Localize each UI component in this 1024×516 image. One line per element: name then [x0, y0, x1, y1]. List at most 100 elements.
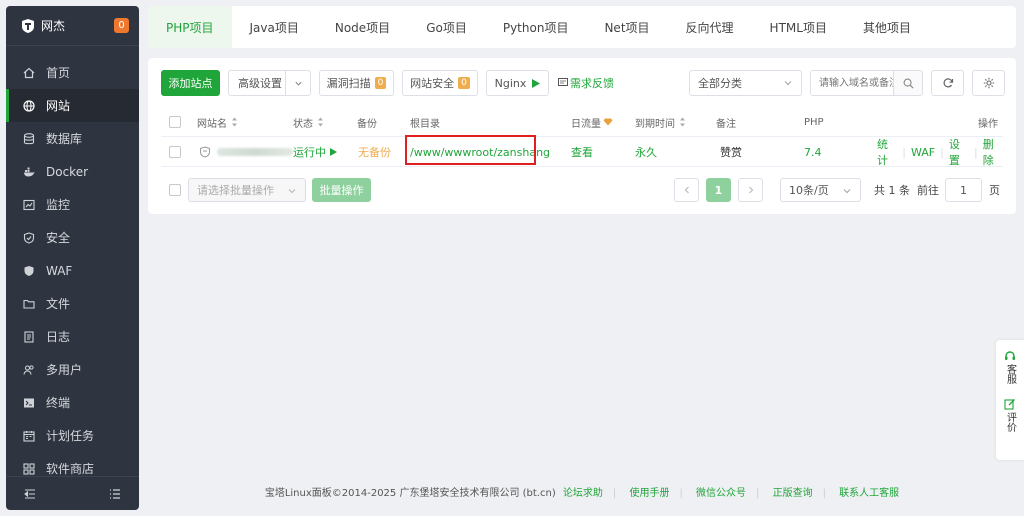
sidebar-item-label: 终端: [46, 396, 71, 410]
play-icon: [330, 148, 337, 156]
advanced-settings-dropdown[interactable]: 高级设置: [228, 70, 311, 96]
table-header: 网站名 状态 备份 根目录 日流量 到期时间 备注 PHP 操作: [161, 107, 1003, 137]
tab-net[interactable]: Net项目: [586, 6, 667, 48]
collapse-icon[interactable]: [24, 488, 36, 500]
sidebar-item-terminal[interactable]: 终端: [6, 386, 139, 419]
sidebar-item-monitor[interactable]: 监控: [6, 188, 139, 221]
search-input[interactable]: [811, 71, 893, 95]
license-check-link[interactable]: 正版查询: [773, 488, 813, 499]
sidebar-item-label: 网站: [46, 99, 71, 113]
page-size-select[interactable]: 10条/页: [780, 178, 861, 202]
col-status[interactable]: 状态: [293, 107, 324, 137]
sidebar-item-logs[interactable]: 日志: [6, 320, 139, 353]
bulk-action-button[interactable]: 批量操作: [312, 178, 371, 202]
prev-page-button[interactable]: [674, 178, 699, 202]
notification-badge[interactable]: 0: [114, 18, 129, 33]
vuln-scan-button[interactable]: 漏洞扫描 0: [319, 70, 394, 96]
shield-icon: [22, 231, 36, 245]
waf-shield-icon: [22, 264, 36, 278]
feedback-link[interactable]: 需求反馈: [558, 70, 614, 96]
bulk-action-placeholder: 请选择批量操作: [197, 184, 274, 197]
sidebar-header: 网杰 0: [6, 6, 139, 46]
bulk-checkbox[interactable]: [169, 184, 181, 196]
total-value: 1: [888, 183, 896, 197]
security-count-badge: 0: [458, 77, 470, 89]
page-suffix: 页: [989, 184, 1000, 197]
expire-link[interactable]: 永久: [635, 137, 657, 167]
page-number[interactable]: 1: [706, 178, 731, 202]
status-toggle[interactable]: 运行中: [293, 137, 337, 167]
nginx-button[interactable]: Nginx: [486, 70, 549, 96]
row-checkbox[interactable]: [169, 137, 181, 167]
calendar-icon: [22, 429, 36, 443]
next-page-button[interactable]: [738, 178, 763, 202]
chevron-down-icon: [295, 81, 302, 86]
bulk-action-select[interactable]: 请选择批量操作: [188, 178, 306, 202]
customer-service-button[interactable]: 客服: [1004, 350, 1017, 384]
select-all-checkbox[interactable]: [169, 107, 181, 137]
total-suffix: 条: [899, 184, 910, 197]
vuln-count-badge: 0: [374, 77, 387, 89]
project-tabs: PHP项目 Java项目 Node项目 Go项目 Python项目 Net项目 …: [148, 6, 1016, 48]
ops-links: 统计 | WAF | 设置 | 删除: [877, 137, 1003, 167]
col-expire-label: 到期时间: [635, 118, 675, 130]
settings-button[interactable]: [972, 70, 1005, 96]
copyright-text: 宝塔Linux面板©2014-2025 广东堡塔安全技术有限公司 (bt.cn): [264, 488, 556, 499]
stats-link[interactable]: 统计: [877, 136, 897, 168]
tab-go[interactable]: Go项目: [408, 6, 485, 48]
folder-icon: [22, 297, 36, 311]
sidebar-item-label: 计划任务: [46, 429, 95, 443]
forum-link[interactable]: 论坛求助: [563, 488, 603, 499]
manual-link[interactable]: 使用手册: [629, 488, 669, 499]
sidebar-item-cron[interactable]: 计划任务: [6, 419, 139, 452]
total-prefix: 共: [874, 184, 885, 197]
contact-support-link[interactable]: 联系人工客服: [839, 488, 899, 499]
col-traffic-label: 日流量: [571, 118, 601, 130]
tab-node[interactable]: Node项目: [317, 6, 408, 48]
home-icon: [22, 66, 36, 80]
refresh-button[interactable]: [931, 70, 964, 96]
chevron-left-icon: [684, 186, 689, 194]
tab-python[interactable]: Python项目: [485, 6, 587, 48]
tab-reverse-proxy[interactable]: 反向代理: [668, 6, 752, 48]
tab-html[interactable]: HTML项目: [752, 6, 845, 48]
tab-php[interactable]: PHP项目: [148, 6, 232, 48]
goto-page-input[interactable]: 1: [945, 178, 982, 202]
menu-icon[interactable]: [109, 488, 121, 500]
site-security-button[interactable]: 网站安全 0: [402, 70, 478, 96]
sidebar-item-waf[interactable]: WAF: [6, 254, 139, 287]
rate-button[interactable]: 评价: [1004, 398, 1017, 432]
root-dir-highlight: [405, 135, 536, 165]
sort-icon: [318, 117, 323, 127]
sidebar-footer: [6, 476, 139, 510]
col-status-label: 状态: [293, 118, 313, 130]
wechat-link[interactable]: 微信公众号: [696, 488, 746, 499]
site-name[interactable]: [199, 137, 293, 167]
sidebar-item-website[interactable]: 网站: [6, 89, 139, 122]
col-expire[interactable]: 到期时间: [635, 107, 686, 137]
settings-link[interactable]: 设置: [949, 136, 969, 168]
remark-text[interactable]: 赞赏: [720, 137, 742, 167]
sidebar-item-database[interactable]: 数据库: [6, 122, 139, 155]
php-version-link[interactable]: 7.4: [804, 137, 822, 167]
col-name[interactable]: 网站名: [197, 107, 238, 137]
tab-java[interactable]: Java项目: [232, 6, 317, 48]
sidebar-item-security[interactable]: 安全: [6, 221, 139, 254]
backup-link[interactable]: 无备份: [358, 137, 391, 167]
sidebar-item-users[interactable]: 多用户: [6, 353, 139, 386]
chevron-down-icon: [784, 81, 792, 86]
traffic-view-link[interactable]: 查看: [571, 137, 593, 167]
site-security-label: 网站安全: [410, 77, 455, 90]
add-site-button[interactable]: 添加站点: [161, 70, 220, 96]
category-select[interactable]: 全部分类: [689, 70, 802, 96]
sidebar-item-docker[interactable]: Docker: [6, 155, 139, 188]
nginx-label: Nginx: [494, 76, 527, 90]
log-icon: [22, 330, 36, 344]
delete-link[interactable]: 删除: [983, 136, 1003, 168]
sidebar-item-files[interactable]: 文件: [6, 287, 139, 320]
tab-other[interactable]: 其他项目: [845, 6, 929, 48]
sidebar-item-home[interactable]: 首页: [6, 56, 139, 89]
feedback-label: 需求反馈: [570, 77, 614, 90]
waf-link[interactable]: WAF: [911, 146, 935, 159]
search-button[interactable]: [893, 71, 922, 95]
